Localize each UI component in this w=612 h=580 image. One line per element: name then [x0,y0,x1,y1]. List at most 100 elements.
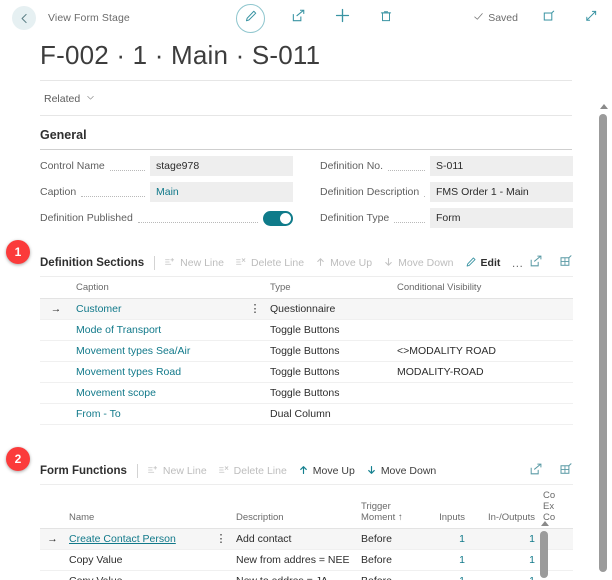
column-header-spacer [244,277,266,299]
cell-caption[interactable]: Movement types Road [72,361,244,383]
cell-type: Toggle Buttons [266,319,393,341]
cell-visibility [393,403,573,425]
column-header-conditional-visibility[interactable]: Conditional Visibility [393,277,573,299]
page-scrollbar-thumb[interactable] [599,114,607,572]
column-header-inputs[interactable]: Inputs [419,485,469,529]
cell-caption[interactable]: From - To [72,403,244,425]
definition-description-input[interactable]: FMS Order 1 - Main [430,182,573,202]
cell-name[interactable]: Copy Value [65,549,210,571]
table-row[interactable]: Copy Value New to addres = JA Before 1 1 [40,570,573,580]
table-header-row: Name Description Trigger Moment ↑ Inputs… [40,485,573,529]
ds-delete-line-button[interactable]: Delete Line [235,256,304,271]
cell-inoutputs: 1 [469,528,539,550]
column-header-description[interactable]: Description [232,485,357,529]
ff-move-up-button[interactable]: Move Up [298,464,355,479]
column-header-name[interactable]: Name [65,485,210,529]
inner-scrollbar-thumb[interactable] [540,531,548,578]
cell-type: Toggle Buttons [266,361,393,383]
definition-sections-caption: Definition Sections [40,257,145,269]
cell-type: Questionnaire [266,298,393,320]
ds-move-up-button[interactable]: Move Up [315,256,372,271]
cell-visibility: MODALITY-ROAD [393,361,573,383]
breadcrumb-title: View Form Stage [48,12,130,24]
definition-published-toggle[interactable] [263,210,293,226]
cell-caption[interactable]: Movement scope [72,382,244,404]
cell-description: New from addres = NEE [232,549,357,571]
row-indicator-arrow: → [40,298,72,320]
ds-delete-line-label: Delete Line [250,257,305,269]
table-row[interactable]: Movement scope Toggle Buttons [40,382,573,404]
share-grid-icon[interactable] [529,254,543,273]
column-header-inoutputs[interactable]: In-/Outputs [469,485,539,529]
ds-edit-label: Edit [480,257,501,269]
cell-type: Toggle Buttons [266,340,393,362]
label-leader [388,161,425,171]
table-row[interactable]: Movement types Sea/Air Toggle Buttons <>… [40,340,573,362]
cell-description: Add contact [232,528,357,550]
cell-spacer [244,403,266,425]
ff-new-line-button[interactable]: New Line [147,464,207,479]
annotation-badge-1: 1 [6,240,30,264]
related-menu-button[interactable]: Related [44,93,95,105]
label-leader [137,213,258,223]
inner-scroll-up-arrow[interactable] [541,521,549,526]
new-button[interactable] [331,7,353,29]
column-header-type[interactable]: Type [266,277,393,299]
table-row[interactable]: → Customer ⋮ Questionnaire [40,298,573,320]
row-context-menu-button[interactable]: ⋮ [244,298,266,320]
expand-diagonal-icon [584,9,598,28]
back-button[interactable] [12,6,36,30]
cell-trigger-moment: Before [357,528,419,550]
caption-input[interactable]: Main [150,182,293,202]
cell-name[interactable]: Create Contact Person [65,528,210,550]
definition-no-input[interactable]: S-011 [430,156,573,176]
new-line-icon [147,464,159,479]
cell-caption[interactable]: Movement types Sea/Air [72,340,244,362]
cell-name[interactable]: Copy Value [65,570,210,580]
row-indicator-arrow [40,570,65,580]
annotation-badge-2: 2 [6,447,30,471]
delete-button[interactable] [375,7,397,29]
field-label: Definition No. [320,160,384,172]
form-functions-block: Form Functions New Line Delete Line Move… [40,458,573,580]
field-caption: Caption Main [40,182,293,202]
table-row[interactable]: Movement types Road Toggle Buttons MODAL… [40,361,573,383]
edit-pencil-button[interactable] [236,3,265,33]
table-row[interactable]: → Create Contact Person ⋮ Add contact Be… [40,528,573,550]
ff-move-down-button[interactable]: Move Down [366,464,436,479]
open-in-excel-icon[interactable] [559,254,573,273]
definition-type-input[interactable]: Form [430,208,573,228]
table-row[interactable]: Mode of Transport Toggle Buttons [40,319,573,341]
control-name-input[interactable]: stage978 [150,156,293,176]
share-grid-icon[interactable] [529,462,543,481]
ds-overflow-button[interactable]: … [511,256,524,270]
arrow-down-icon [383,256,394,271]
cell-visibility [393,319,573,341]
expand-fullscreen-button[interactable] [580,7,602,29]
row-context-menu-button[interactable]: ⋮ [210,528,232,550]
column-header-trigger-moment[interactable]: Trigger Moment ↑ [357,485,419,529]
ds-new-line-button[interactable]: New Line [164,256,224,271]
ff-delete-line-button[interactable]: Delete Line [218,464,287,479]
page-scrollbar[interactable] [599,104,608,576]
form-functions-caption: Form Functions [40,465,127,477]
delete-line-icon [235,256,247,271]
scroll-up-arrow[interactable] [600,104,608,109]
new-line-icon [164,256,176,271]
table-row[interactable]: From - To Dual Column [40,403,573,425]
cell-visibility: <>MODALITY ROAD [393,340,573,362]
open-in-excel-icon[interactable] [559,462,573,481]
cell-caption[interactable]: Mode of Transport [72,319,244,341]
ds-edit-button[interactable]: Edit [465,256,501,271]
table-row[interactable]: Copy Value New from addres = NEE Before … [40,549,573,571]
cell-visibility [393,382,573,404]
cell-caption[interactable]: Customer [72,298,244,320]
ds-move-down-button[interactable]: Move Down [383,256,454,271]
menu-bar: Related [0,81,612,115]
ff-new-line-label: New Line [162,465,207,477]
popout-window-button[interactable] [538,7,560,29]
cell-inputs: 1 [419,570,469,580]
cell-trigger-moment: Before [357,549,419,571]
column-header-caption[interactable]: Caption [72,277,244,299]
share-button[interactable] [287,7,309,29]
